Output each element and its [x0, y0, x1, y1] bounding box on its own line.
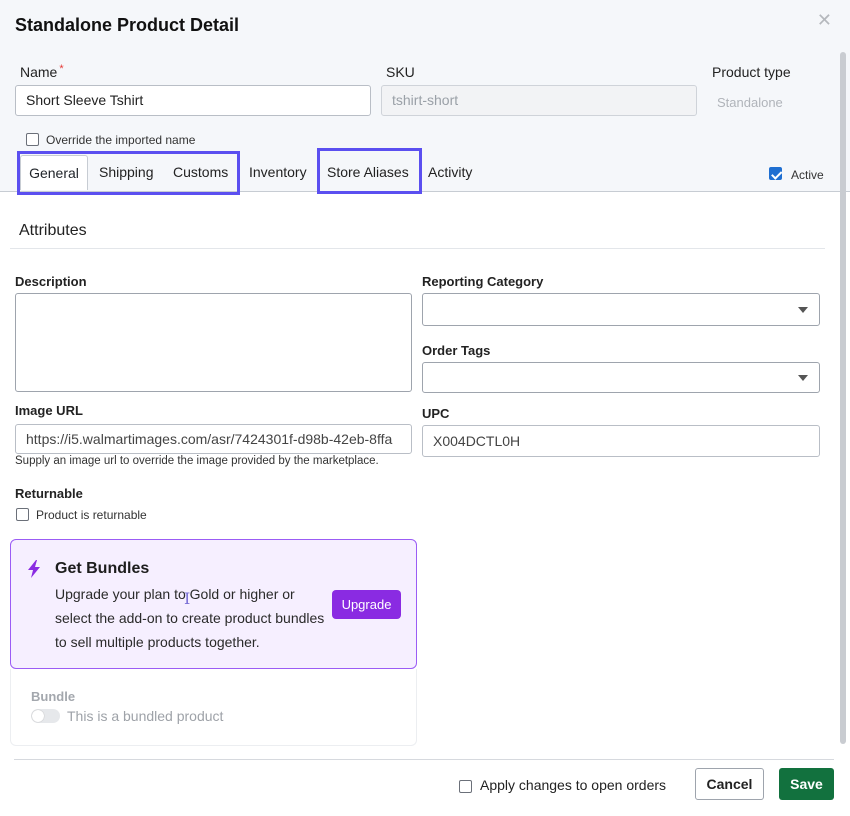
- image-url-input[interactable]: https://i5.walmartimages.com/asr/7424301…: [15, 424, 412, 454]
- apply-open-orders-label: Apply changes to open orders: [480, 777, 667, 793]
- footer-divider: [14, 759, 834, 760]
- description-label: Description: [15, 274, 87, 289]
- product-type-value: Standalone: [717, 95, 783, 110]
- name-label: Name *: [20, 63, 64, 80]
- bundle-toggle-label: This is a bundled product: [67, 708, 224, 724]
- highlight-box-general-shipping-customs: [17, 151, 240, 195]
- sku-label: SKU: [386, 64, 415, 80]
- returnable-checkbox-label: Product is returnable: [36, 508, 147, 522]
- upgrade-button[interactable]: Upgrade: [332, 590, 401, 619]
- bundle-toggle: [31, 709, 60, 723]
- section-divider: [10, 248, 825, 249]
- chevron-down-icon: [798, 375, 808, 381]
- returnable-checkbox[interactable]: [16, 508, 29, 521]
- order-tags-select[interactable]: [422, 362, 820, 393]
- save-button[interactable]: Save: [779, 768, 834, 800]
- text-cursor-icon: I: [184, 589, 191, 608]
- returnable-label: Returnable: [15, 486, 83, 501]
- name-input[interactable]: Short Sleeve Tshirt: [15, 85, 371, 116]
- attributes-section-title: Attributes: [19, 222, 87, 239]
- required-mark: *: [59, 63, 64, 75]
- bundle-label: Bundle: [31, 689, 76, 704]
- active-checkbox[interactable]: [769, 167, 782, 180]
- cancel-button[interactable]: Cancel: [695, 768, 764, 800]
- reporting-category-label: Reporting Category: [422, 274, 544, 289]
- image-url-hint: Supply an image url to override the imag…: [15, 455, 379, 467]
- get-bundles-promo: Get Bundles Upgrade your plan to Gold or…: [10, 539, 417, 669]
- dialog-header: Standalone Product Detail ✕: [0, 0, 850, 50]
- override-name-label: Override the imported name: [46, 133, 196, 147]
- override-name-checkbox[interactable]: [26, 133, 39, 146]
- image-url-label: Image URL: [15, 403, 83, 418]
- dialog-title: Standalone Product Detail: [15, 15, 240, 35]
- product-type-label: Product type: [712, 64, 791, 80]
- close-icon[interactable]: ✕: [817, 10, 832, 31]
- sku-input: tshirt-short: [381, 85, 697, 116]
- upc-input[interactable]: X004DCTL0H: [422, 425, 820, 457]
- tab-activity[interactable]: Activity: [428, 164, 472, 180]
- reporting-category-select[interactable]: [422, 293, 820, 326]
- chevron-down-icon: [798, 307, 808, 313]
- active-label: Active: [791, 168, 824, 182]
- apply-open-orders-checkbox[interactable]: [459, 780, 472, 793]
- bundle-card: Bundle This is a bundled product: [10, 669, 417, 746]
- order-tags-label: Order Tags: [422, 343, 491, 358]
- description-textarea[interactable]: [15, 293, 412, 392]
- upc-label: UPC: [422, 406, 450, 421]
- lightning-bolt-icon: [27, 560, 41, 583]
- highlight-box-store-aliases: [317, 148, 422, 194]
- promo-title: Get Bundles: [55, 560, 150, 577]
- scrollbar[interactable]: [840, 52, 846, 744]
- tab-inventory[interactable]: Inventory: [249, 164, 307, 180]
